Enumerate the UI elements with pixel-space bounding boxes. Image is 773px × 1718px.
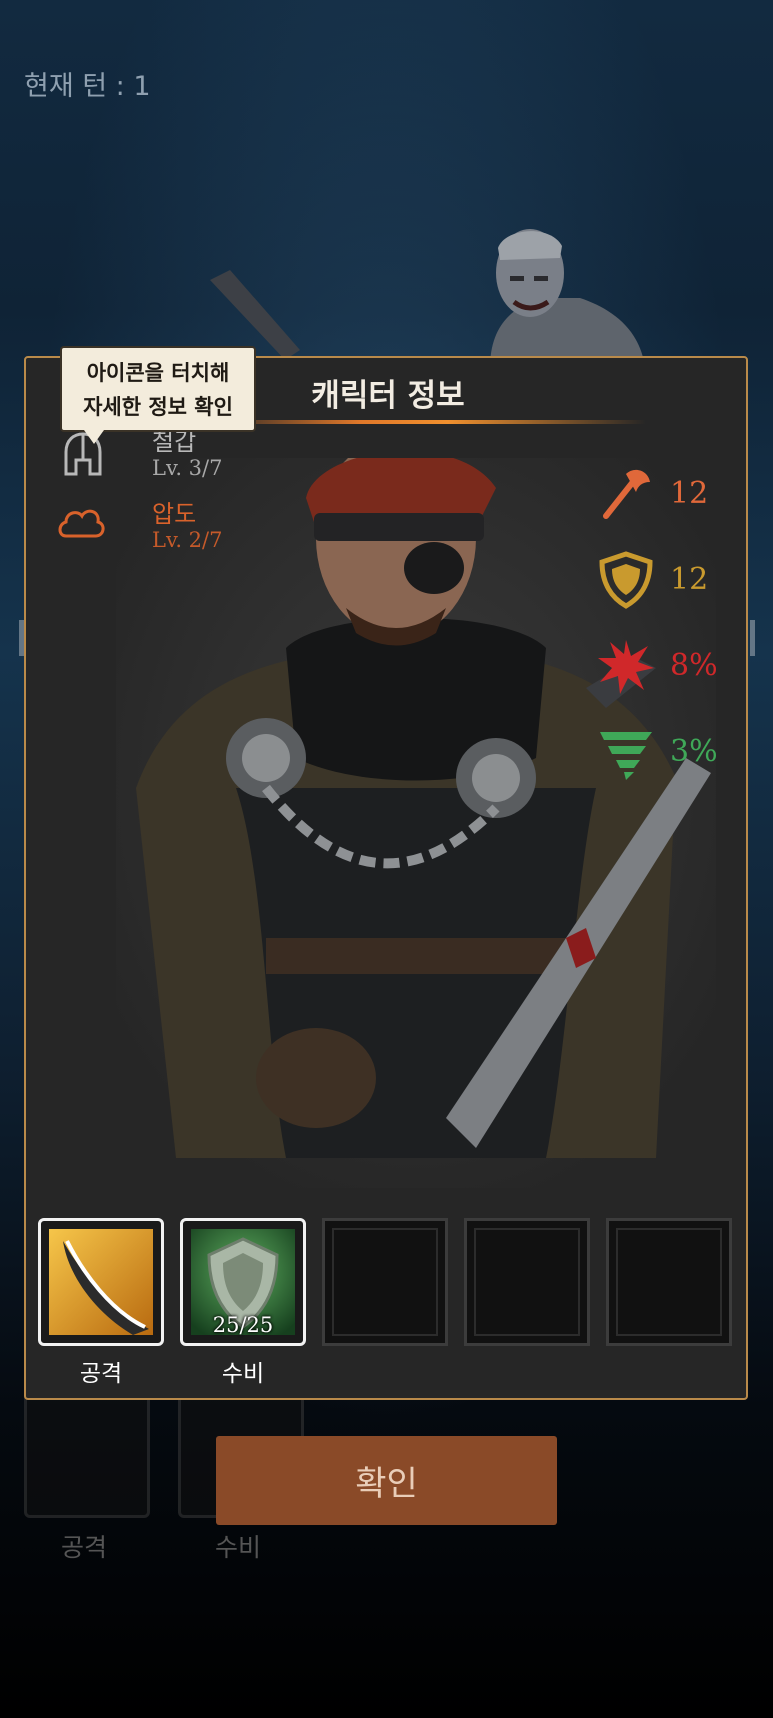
trait-level: Lv. 3/7 [152, 456, 223, 480]
trait-level: Lv. 2/7 [152, 528, 223, 552]
background-skill-slot [24, 1392, 150, 1518]
skill-uses-count: 25/25 [212, 1313, 274, 1337]
tooltip-line: 아이콘을 터치해 [86, 361, 230, 385]
burst-icon [598, 640, 654, 694]
character-info-panel: 캐릭터 정보 철갑 Lv. 3/7 압도 Lv. 2/7 아이콘을 터치해 자세… [24, 346, 748, 1400]
tooltip-tail [84, 430, 104, 444]
tornado-icon [600, 732, 652, 780]
enemy-portrait [490, 229, 645, 368]
skill-slot-attack[interactable] [38, 1218, 164, 1346]
stat-value: 3% [670, 734, 718, 769]
stat-value: 12 [670, 562, 709, 597]
skill-slot-empty[interactable] [322, 1218, 448, 1346]
hint-tooltip: 아이콘을 터치해 자세한 정보 확인 [60, 346, 256, 432]
trait-name: 압도 [152, 500, 197, 528]
shield-icon [599, 551, 653, 609]
side-marker [750, 620, 755, 656]
skill-slot-empty[interactable] [606, 1218, 732, 1346]
stat-evasion[interactable]: 3% [596, 722, 746, 782]
background-skill-label: 공격 [60, 1533, 107, 1562]
stat-value: 8% [670, 648, 718, 683]
skill-label: 수비 [221, 1361, 265, 1387]
stat-attack[interactable]: 12 [596, 464, 746, 524]
tooltip-line: 자세한 정보 확인 [83, 395, 233, 419]
background-skill-label: 수비 [214, 1533, 261, 1562]
stat-value: 12 [670, 476, 709, 511]
stat-defense[interactable]: 12 [596, 550, 746, 610]
blade-icon [49, 1229, 153, 1335]
cloud-icon [58, 509, 105, 538]
confirm-button[interactable]: 확인 [216, 1436, 557, 1525]
title-underline [206, 420, 646, 424]
stat-critical[interactable]: 8% [596, 636, 746, 696]
axe-icon [603, 469, 650, 519]
skill-label: 공격 [79, 1361, 123, 1387]
skill-slot-defense[interactable]: 25/25 [180, 1218, 306, 1346]
turn-counter: 현재 턴 : 1 [24, 71, 151, 102]
skill-slot-empty[interactable] [464, 1218, 590, 1346]
